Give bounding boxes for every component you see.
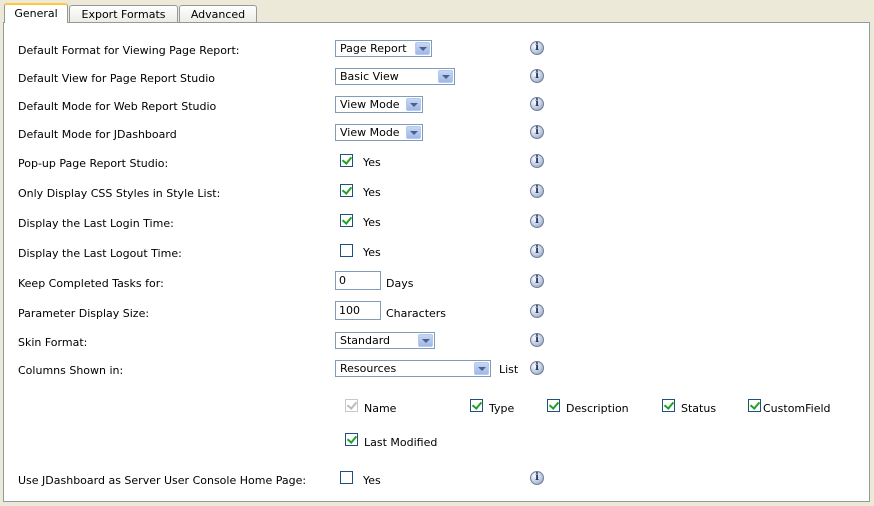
- row-default-view: Default View for Page Report Studio Basi…: [4, 68, 869, 92]
- row-mode-jdash: Default Mode for JDashboard View Mode i: [4, 124, 869, 148]
- jdash-home-checkbox[interactable]: [340, 471, 353, 484]
- default-format-select[interactable]: Page Report: [335, 40, 432, 57]
- last-login-checkbox[interactable]: [340, 214, 353, 227]
- info-icon[interactable]: i: [530, 97, 544, 111]
- column-description-checkbox[interactable]: [547, 399, 560, 412]
- row-css-only: Only Display CSS Styles in Style List: Y…: [4, 183, 869, 207]
- row-columns: Columns Shown in: Resources List i: [4, 360, 869, 384]
- row-jdash-home: Use JDashboard as Server User Console Ho…: [4, 470, 869, 494]
- skin-value: Standard: [340, 334, 391, 347]
- mode-web-label: Default Mode for Web Report Studio: [18, 100, 217, 113]
- param-size-unit: Characters: [386, 307, 447, 320]
- general-settings-panel: Default Format for Viewing Page Report: …: [3, 22, 870, 502]
- column-last-modified-checkbox[interactable]: [345, 433, 358, 446]
- mode-jdash-select[interactable]: View Mode: [335, 124, 423, 141]
- info-icon[interactable]: i: [530, 244, 544, 258]
- chevron-down-icon: [418, 334, 433, 347]
- row-default-format: Default Format for Viewing Page Report: …: [4, 40, 869, 64]
- column-options-row-1: Name Type Description Status CustomField: [4, 399, 869, 421]
- info-icon[interactable]: i: [530, 154, 544, 168]
- default-format-value: Page Report: [340, 42, 407, 55]
- column-name-checkbox: [345, 399, 358, 412]
- mode-jdash-value: View Mode: [340, 126, 400, 139]
- jdash-home-yes-label: Yes: [363, 474, 381, 487]
- chevron-down-icon: [438, 70, 453, 83]
- css-only-label: Only Display CSS Styles in Style List:: [18, 187, 221, 200]
- column-options-row-2: Last Modified: [4, 433, 869, 455]
- css-only-yes-label: Yes: [363, 186, 381, 199]
- row-popup: Pop-up Page Report Studio: Yes i: [4, 153, 869, 177]
- column-customfield-checkbox[interactable]: [748, 399, 761, 412]
- info-icon[interactable]: i: [530, 184, 544, 198]
- row-keep-tasks: Keep Completed Tasks for: 0 Days i: [4, 271, 869, 295]
- last-logout-checkbox[interactable]: [340, 244, 353, 257]
- row-last-login: Display the Last Login Time: Yes i: [4, 213, 869, 237]
- info-icon[interactable]: i: [530, 274, 544, 288]
- column-status-checkbox[interactable]: [662, 399, 675, 412]
- info-icon[interactable]: i: [530, 471, 544, 485]
- tab-advanced[interactable]: Advanced: [179, 5, 257, 22]
- info-icon[interactable]: i: [530, 304, 544, 318]
- columns-select[interactable]: Resources: [335, 360, 491, 377]
- popup-yes-label: Yes: [363, 156, 381, 169]
- jdash-home-label: Use JDashboard as Server User Console Ho…: [18, 474, 307, 487]
- default-view-label: Default View for Page Report Studio: [18, 72, 216, 85]
- columns-suffix: List: [499, 363, 519, 376]
- column-description-label: Description: [566, 402, 629, 415]
- tab-export-formats[interactable]: Export Formats: [69, 5, 178, 22]
- info-icon[interactable]: i: [530, 361, 544, 375]
- info-icon[interactable]: i: [530, 214, 544, 228]
- param-size-value: 100: [339, 304, 360, 317]
- info-icon[interactable]: i: [530, 333, 544, 347]
- row-skin: Skin Format: Standard i: [4, 332, 869, 356]
- keep-tasks-unit: Days: [386, 277, 414, 290]
- column-last-modified-label: Last Modified: [364, 436, 438, 449]
- mode-web-select[interactable]: View Mode: [335, 96, 423, 113]
- column-status-label: Status: [681, 402, 717, 415]
- columns-label: Columns Shown in:: [18, 364, 124, 377]
- info-icon[interactable]: i: [530, 41, 544, 55]
- chevron-down-icon: [474, 362, 489, 375]
- popup-checkbox[interactable]: [340, 154, 353, 167]
- last-login-yes-label: Yes: [363, 216, 381, 229]
- chevron-down-icon: [415, 42, 430, 55]
- columns-value: Resources: [340, 362, 397, 375]
- skin-select[interactable]: Standard: [335, 332, 435, 349]
- chevron-down-icon: [406, 98, 421, 111]
- chevron-down-icon: [406, 126, 421, 139]
- column-type-checkbox[interactable]: [470, 399, 483, 412]
- skin-label: Skin Format:: [18, 336, 88, 349]
- column-customfield-label: CustomField: [763, 402, 831, 415]
- param-size-input[interactable]: 100: [335, 301, 381, 320]
- keep-tasks-value: 0: [339, 274, 346, 287]
- default-format-label: Default Format for Viewing Page Report:: [18, 44, 240, 57]
- mode-jdash-label: Default Mode for JDashboard: [18, 128, 177, 141]
- keep-tasks-label: Keep Completed Tasks for:: [18, 277, 164, 290]
- column-name-label: Name: [364, 402, 397, 415]
- row-param-size: Parameter Display Size: 100 Characters i: [4, 301, 869, 325]
- last-logout-label: Display the Last Logout Time:: [18, 247, 182, 260]
- last-login-label: Display the Last Login Time:: [18, 217, 174, 230]
- info-icon[interactable]: i: [530, 125, 544, 139]
- popup-label: Pop-up Page Report Studio:: [18, 157, 169, 170]
- default-view-value: Basic View: [340, 70, 399, 83]
- default-view-select[interactable]: Basic View: [335, 68, 455, 85]
- row-last-logout: Display the Last Logout Time: Yes i: [4, 243, 869, 267]
- row-mode-web: Default Mode for Web Report Studio View …: [4, 96, 869, 120]
- mode-web-value: View Mode: [340, 98, 400, 111]
- css-only-checkbox[interactable]: [340, 184, 353, 197]
- last-logout-yes-label: Yes: [363, 246, 381, 259]
- info-icon[interactable]: i: [530, 69, 544, 83]
- param-size-label: Parameter Display Size:: [18, 307, 150, 320]
- tab-general[interactable]: General: [4, 3, 68, 23]
- column-type-label: Type: [489, 402, 515, 415]
- keep-tasks-input[interactable]: 0: [335, 271, 381, 290]
